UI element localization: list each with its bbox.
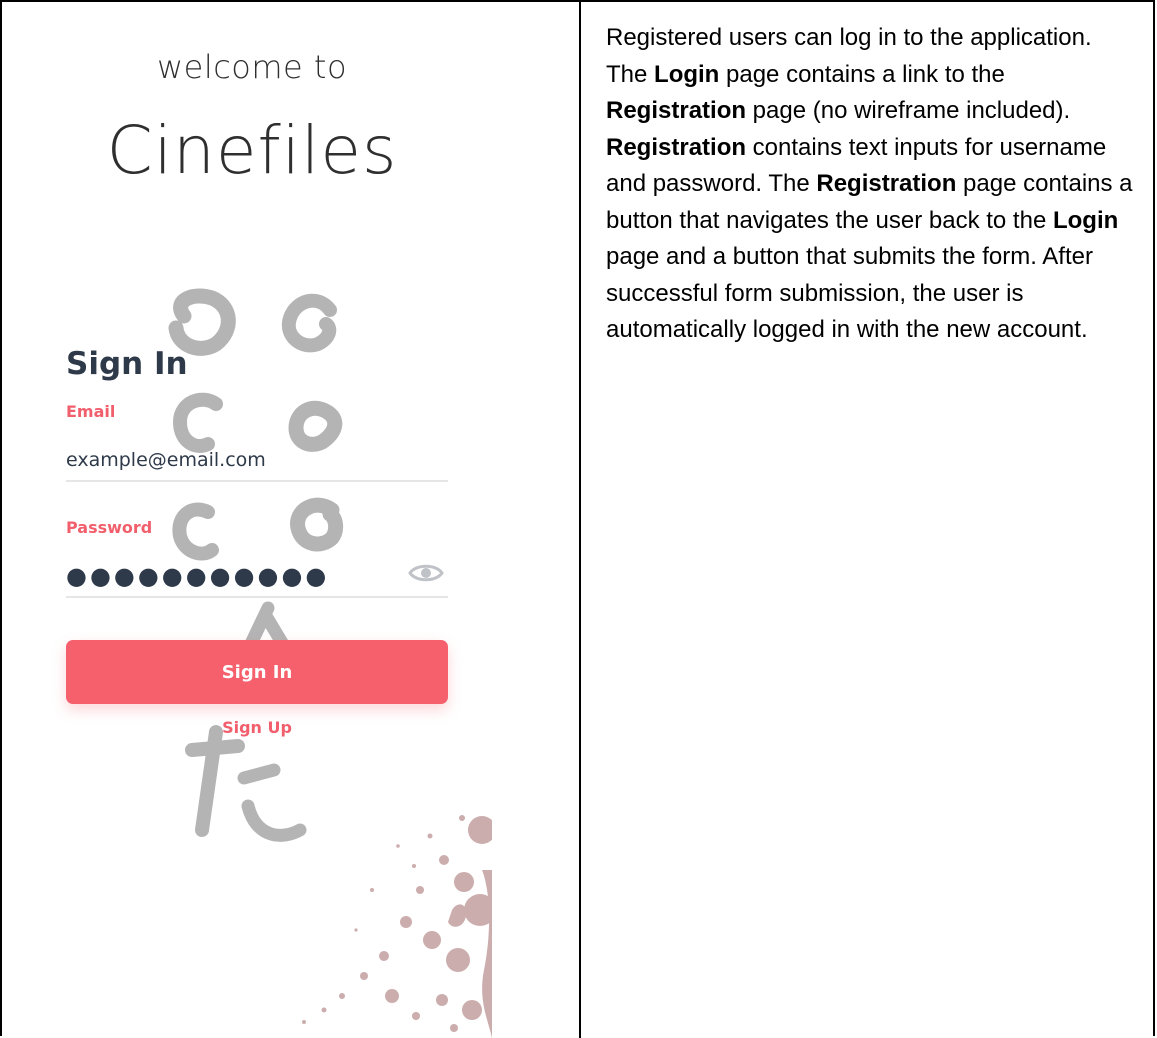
brand-title: Cinefiles [106, 112, 398, 189]
password-label: Password [66, 518, 153, 537]
brush-circle-5 [172, 502, 219, 561]
login-screen-mockup: welcome to Cinefiles Sign In Email Passw… [12, 10, 492, 1038]
description-text: page contains a link to the [719, 60, 1005, 88]
sign-in-heading: Sign In [66, 346, 188, 382]
description-bold-registration: Registration [816, 170, 957, 197]
column-divider [579, 0, 581, 1038]
description-text: page and a button that submits the form.… [606, 243, 1093, 343]
description-bold-login: Login [654, 60, 720, 88]
description-bold-registration: Registration [606, 133, 747, 161]
description-bold-login: Login [1052, 206, 1119, 234]
eye-icon [408, 564, 444, 582]
brush-stroke-ta-4 [241, 799, 307, 842]
brush-circle-3 [172, 392, 223, 453]
email-field[interactable] [66, 440, 448, 482]
password-underline [66, 596, 448, 598]
brush-circle-4 [288, 400, 343, 452]
brush-circle-1 [168, 288, 236, 356]
sign-up-link[interactable]: Sign Up [66, 718, 448, 737]
description-text: page (no wireframe included). [746, 97, 1071, 124]
email-label: Email [66, 402, 116, 421]
ink-splatter [302, 815, 492, 1038]
show-password-button[interactable] [408, 560, 444, 586]
sign-in-button[interactable]: Sign In [66, 640, 448, 704]
description-bold-registration: Registration [606, 97, 747, 124]
page-description: Registered users can log in to the appli… [606, 20, 1136, 349]
brush-circle-2 [281, 293, 337, 353]
password-field[interactable] [66, 556, 406, 598]
brush-stroke-ta-3 [237, 763, 281, 785]
welcome-text: welcome to [156, 48, 348, 86]
brush-circle-6 [290, 497, 344, 552]
